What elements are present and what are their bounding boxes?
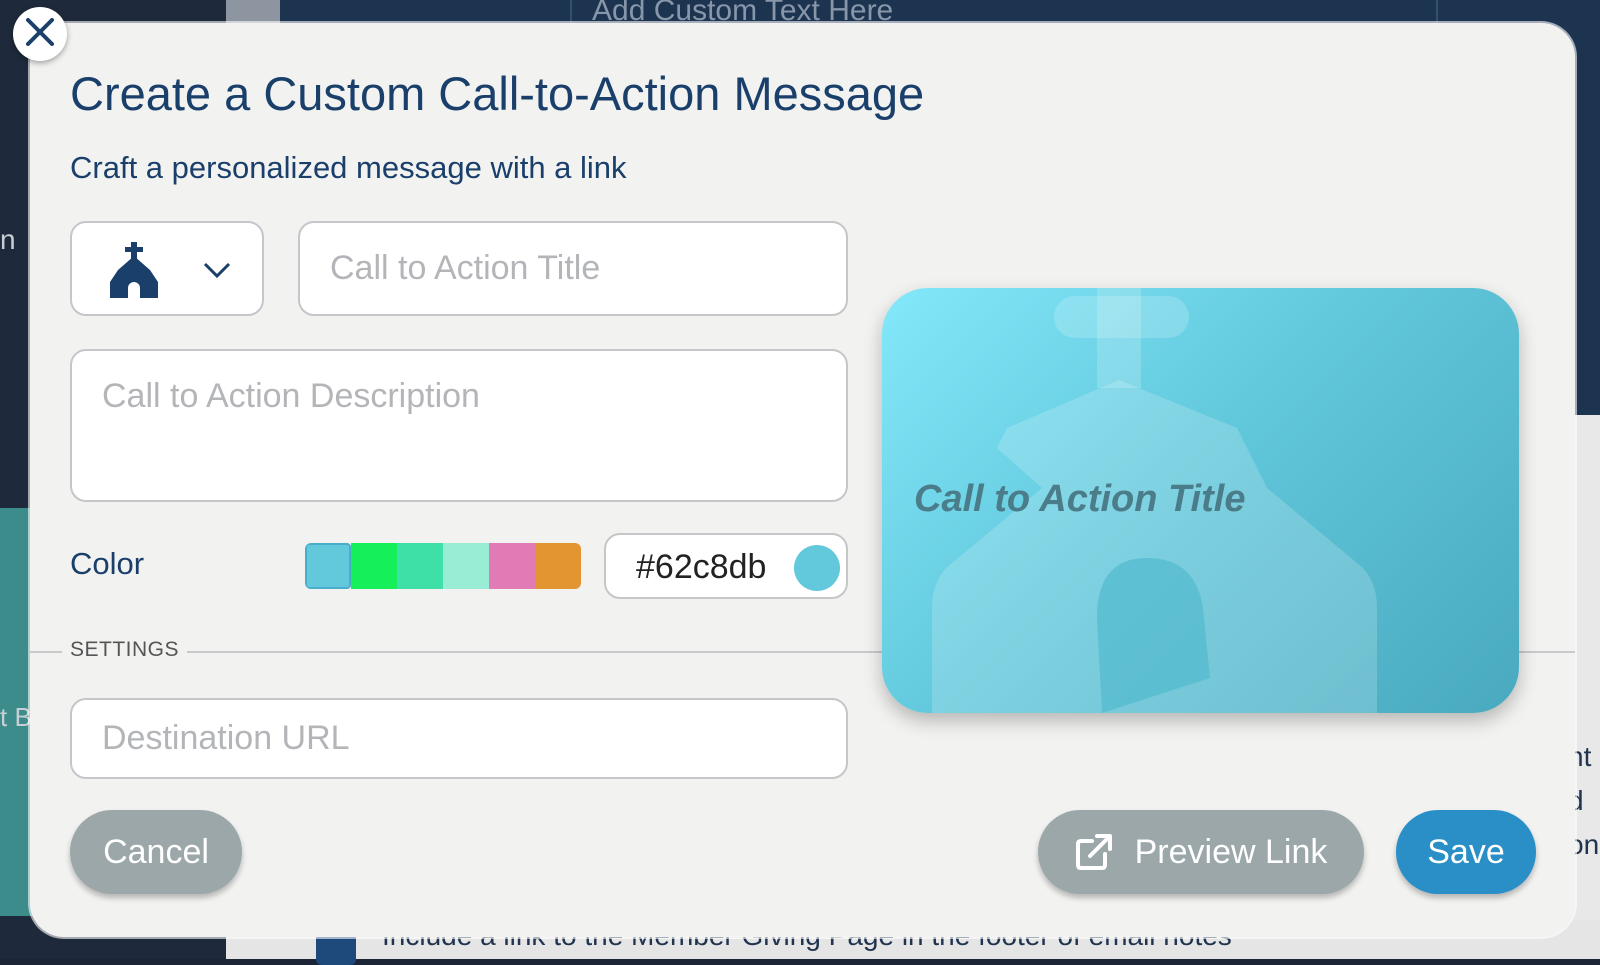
modal-title: Create a Custom Call-to-Action Message [70, 67, 925, 120]
settings-label: SETTINGS [62, 638, 188, 662]
destination-url-input[interactable] [70, 698, 848, 779]
cta-title-input[interactable] [298, 221, 848, 316]
color-label: Color [70, 546, 145, 581]
church-icon [108, 242, 160, 303]
external-link-icon [1075, 833, 1113, 871]
background-left-text-2: t B [0, 702, 32, 732]
color-swatch-pink[interactable] [489, 543, 535, 589]
background-left-text: n [0, 224, 16, 255]
color-hex-field[interactable]: #62c8db [604, 533, 848, 599]
color-swatch-teal[interactable] [397, 543, 443, 589]
chevron-down-icon [202, 261, 232, 284]
cta-preview-card: Call to Action Title [882, 288, 1519, 713]
color-swatch-blue[interactable] [305, 543, 351, 589]
color-hex-value: #62c8db [636, 548, 767, 586]
cancel-button[interactable]: Cancel [70, 810, 242, 894]
close-icon [25, 17, 55, 52]
save-button[interactable]: Save [1396, 810, 1536, 894]
preview-link-label: Preview Link [1134, 832, 1328, 871]
cta-modal: Create a Custom Call-to-Action Message C… [30, 23, 1575, 937]
color-swatch-orange[interactable] [535, 543, 581, 589]
color-swatch-green[interactable] [351, 543, 397, 589]
preview-title: Call to Action Title [914, 478, 1246, 520]
color-swatch-mint[interactable] [443, 543, 489, 589]
modal-subtitle: Craft a personalized message with a link [70, 150, 627, 185]
close-button[interactable] [13, 7, 67, 61]
icon-select-dropdown[interactable] [70, 221, 264, 316]
color-swatches [305, 543, 581, 589]
color-preview-dot [794, 545, 840, 591]
preview-link-button[interactable]: Preview Link [1038, 810, 1364, 894]
cta-description-input[interactable] [70, 349, 848, 502]
